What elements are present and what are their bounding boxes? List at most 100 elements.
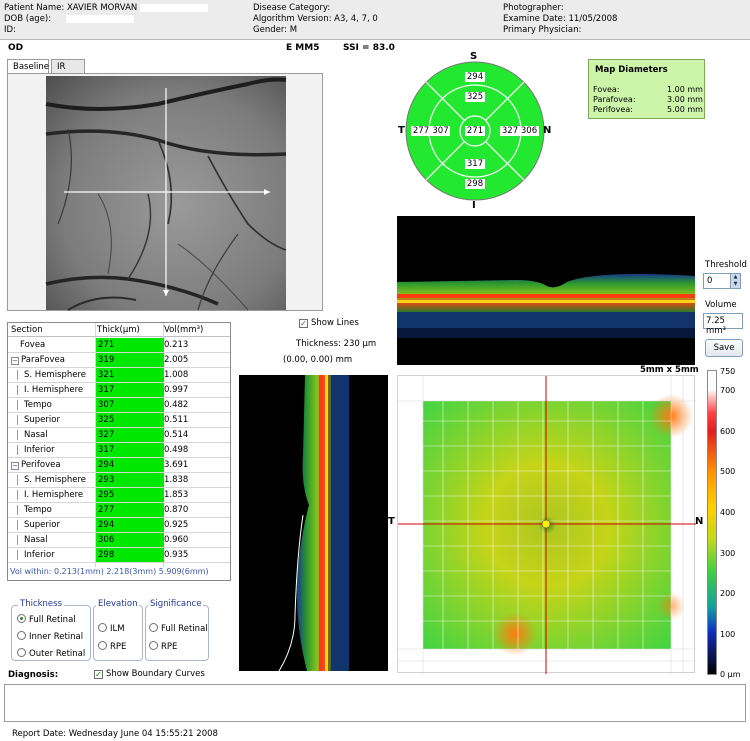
check-icon: ✓	[94, 670, 103, 679]
table-row[interactable]: − ParaFovea 319 2.005	[8, 353, 230, 368]
table-row[interactable]: − Perifovea 294 3.691	[8, 458, 230, 473]
table-row[interactable]: S. Hemisphere 293 1.838	[8, 473, 230, 488]
show-lines-checkbox[interactable]: ✓ Show Lines	[299, 318, 359, 328]
vertical-bscan[interactable]	[239, 375, 388, 672]
sector-center: 271	[465, 126, 485, 136]
spinner-arrows-icon[interactable]: ▲ ▼	[730, 274, 740, 288]
section-label: Superior	[24, 415, 60, 425]
table-row[interactable]: I. Hemisphere 317 0.997	[8, 383, 230, 398]
scale-tick-0: 0 µm	[720, 670, 741, 679]
tab-ir[interactable]: IR	[51, 59, 85, 74]
radio-significance-rpe[interactable]: RPE	[149, 641, 177, 652]
map-nasal-label: N	[695, 516, 704, 527]
show-boundary-curves-checkbox[interactable]: ✓ Show Boundary Curves	[94, 669, 205, 679]
significance-options-group: Significance Full Retinal RPE	[145, 599, 209, 661]
thickness-group-title: Thickness	[18, 599, 65, 609]
header-vol: Vol(mm³)	[164, 325, 204, 335]
radio-full-retinal[interactable]: Full Retinal	[17, 614, 76, 625]
row-section: Inferior	[17, 550, 55, 560]
table-row[interactable]: Superior 325 0.511	[8, 413, 230, 428]
radio-rpe-elevation[interactable]: RPE	[98, 641, 126, 652]
row-section: Inferior	[17, 445, 55, 455]
parafovea-diameter-label: Parafovea:	[593, 95, 636, 104]
option-label: Full Retinal	[161, 624, 208, 634]
volume-label: Volume	[705, 300, 737, 310]
table-row[interactable]: Tempo 307 0.482	[8, 398, 230, 413]
significance-group-title: Significance	[148, 599, 204, 609]
section-label: Inferior	[24, 445, 55, 455]
sector-outer-inferior: 298	[465, 179, 485, 189]
row-volume: 0.960	[164, 535, 189, 545]
radio-significance-full-retinal[interactable]: Full Retinal	[149, 623, 208, 634]
header-thick: Thick(µm)	[97, 325, 140, 335]
radio-selected-icon	[17, 614, 26, 623]
row-volume: 0.997	[164, 385, 189, 395]
section-label: Tempo	[24, 400, 52, 410]
row-thickness: 325	[96, 413, 164, 427]
radio-ilm[interactable]: ILM	[98, 623, 125, 634]
table-row[interactable]: Nasal 327 0.514	[8, 428, 230, 443]
option-label: Outer Retinal	[29, 649, 86, 659]
row-volume: 2.005	[164, 355, 189, 365]
diagnosis-label: Diagnosis:	[8, 670, 59, 680]
diagnosis-textarea[interactable]	[4, 684, 746, 722]
fundus-image-panel	[7, 73, 323, 311]
fovea-diameter-value: 1.00 mm	[667, 85, 703, 94]
row-section: Tempo	[17, 505, 52, 515]
table-row[interactable]: Inferior 298 0.935	[8, 548, 230, 563]
row-section: S. Hemisphere	[17, 370, 86, 380]
row-section: I. Hemisphere	[17, 385, 83, 395]
row-section: Tempo	[17, 400, 52, 410]
thickness-map-panel[interactable]	[397, 375, 696, 674]
threshold-label: Threshold	[705, 260, 747, 270]
section-label: Inferior	[24, 550, 55, 560]
row-thickness: 307	[96, 398, 164, 412]
fovea-diameter-label: Fovea:	[593, 85, 620, 94]
table-row[interactable]: Nasal 306 0.960	[8, 533, 230, 548]
row-thickness: 317	[96, 443, 164, 457]
row-volume: 0.482	[164, 400, 189, 410]
row-volume: 0.498	[164, 445, 189, 455]
row-section: S. Hemisphere	[17, 475, 86, 485]
elevation-group-title: Elevation	[96, 599, 140, 609]
section-label: Nasal	[24, 535, 48, 545]
table-row[interactable]: S. Hemisphere 321 1.008	[8, 368, 230, 383]
radio-outer-retinal[interactable]: Outer Retinal	[17, 648, 85, 659]
radio-inner-retinal[interactable]: Inner Retinal	[17, 631, 83, 642]
row-thickness: 271	[96, 338, 164, 352]
radio-icon	[17, 631, 26, 640]
row-section: Nasal	[17, 430, 48, 440]
table-row[interactable]: I. Hemisphere 295 1.853	[8, 488, 230, 503]
threshold-spinner[interactable]: 0 ▲ ▼	[703, 273, 741, 289]
row-volume: 0.511	[164, 415, 189, 425]
row-section: − Perifovea	[11, 460, 61, 470]
table-row[interactable]: Tempo 277 0.870	[8, 503, 230, 518]
row-volume: 0.925	[164, 520, 189, 530]
option-label: Full Retinal	[29, 615, 76, 625]
sector-inner-inferior: 317	[465, 159, 485, 169]
perifovea-diameter-value: 5.00 mm	[667, 105, 703, 114]
row-volume: 3.691	[164, 460, 189, 470]
row-volume: 0.514	[164, 430, 189, 440]
redacted-dob	[65, 14, 134, 23]
save-button[interactable]: Save	[705, 339, 743, 357]
section-label: Fovea	[20, 340, 46, 350]
perifovea-diameter-label: Perifovea:	[593, 105, 633, 114]
fundus-image[interactable]	[8, 74, 324, 312]
row-volume: 0.935	[164, 550, 189, 560]
row-volume: 0.213	[164, 340, 189, 350]
volume-field[interactable]: 7.25 mm³	[703, 313, 743, 336]
collapse-icon[interactable]: −	[11, 357, 19, 365]
option-label: RPE	[110, 642, 127, 652]
table-row[interactable]: Inferior 317 0.498	[8, 443, 230, 458]
algorithm-version: Algorithm Version: A3, 4, 7, 0	[253, 14, 378, 24]
radio-icon	[17, 648, 26, 657]
row-thickness: 317	[96, 383, 164, 397]
collapse-icon[interactable]: −	[11, 462, 19, 470]
row-thickness: 277	[96, 503, 164, 517]
row-volume: 1.853	[164, 490, 189, 500]
eye-label: OD	[8, 43, 24, 53]
table-row[interactable]: Superior 294 0.925	[8, 518, 230, 533]
table-row[interactable]: Fovea 271 0.213	[8, 338, 230, 353]
horizontal-bscan[interactable]	[397, 216, 695, 365]
